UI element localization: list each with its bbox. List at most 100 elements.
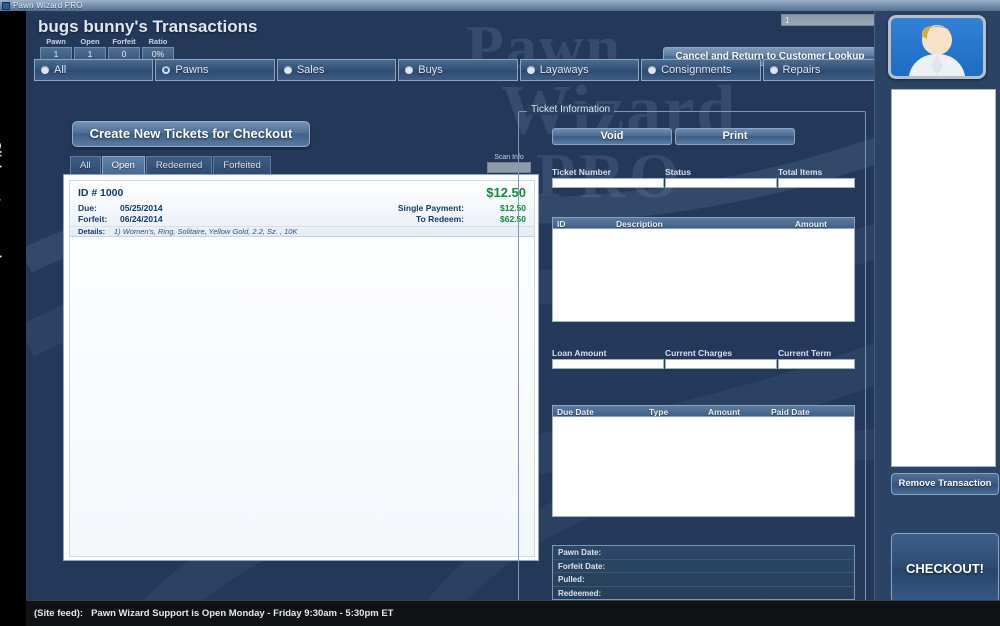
payments-header: Due Date Type Amount Paid Date	[552, 405, 855, 417]
ticket-id-value: 1000	[100, 187, 124, 199]
main-window: Pawn Wizard PRO bugs bunny's Transaction…	[26, 11, 1000, 626]
ticket-number-field: Ticket Number	[552, 167, 664, 188]
loan-amount-input[interactable]	[552, 359, 664, 369]
customer-stats: Pawn 1 Open 1 Forfeit 0 Ratio 0%	[40, 37, 174, 60]
search-input[interactable]: 1	[781, 14, 877, 26]
radio-icon	[769, 66, 778, 74]
radio-icon	[283, 66, 292, 74]
current-term-field: Current Term	[778, 348, 855, 369]
ticket-single-payment-label: Single Payment:	[397, 203, 464, 213]
stat-ratio-label: Ratio	[148, 37, 168, 46]
current-charges-field: Current Charges	[665, 348, 777, 369]
site-feed-label: (Site feed):	[34, 608, 84, 619]
stat-ratio: Ratio 0%	[142, 37, 174, 60]
category-tab-buys[interactable]: Buys	[398, 59, 518, 81]
category-tab-all[interactable]: All	[34, 59, 154, 81]
stat-forfeit: Forfeit 0	[108, 37, 140, 60]
stat-pawn-label: Pawn	[46, 37, 66, 46]
ticket-tab-forfeited[interactable]: Forfeited	[213, 156, 271, 174]
customer-transactions-title: bugs bunny's Transactions	[38, 17, 258, 36]
current-term-input[interactable]	[778, 359, 855, 369]
payments-grid[interactable]: Due Date Type Amount Paid Date	[552, 405, 855, 517]
os-title-text: Pawn Wizard PRO	[13, 1, 83, 10]
ticket-due-label: Due:	[78, 203, 97, 213]
pulled-date-row: Pulled:	[553, 573, 854, 587]
os-title-bar: Pawn Wizard PRO	[0, 0, 1000, 11]
stat-pawn: Pawn 1	[40, 37, 72, 60]
radio-icon	[41, 66, 49, 74]
total-items-input[interactable]	[778, 178, 855, 188]
category-tab-layaways[interactable]: Layaways	[519, 59, 640, 81]
status-input[interactable]	[665, 178, 777, 188]
ticket-date-summary: Pawn Date: Forfeit Date: Pulled: Redeeme…	[552, 545, 855, 600]
radio-icon	[648, 66, 657, 74]
category-tab-sales[interactable]: Sales	[276, 59, 397, 81]
category-tab-consignments[interactable]: Consignments	[641, 59, 761, 81]
ticket-details-label: Details:	[78, 227, 106, 236]
current-charges-label: Current Charges	[665, 348, 733, 358]
category-tab-layaways-label: Layaways	[539, 64, 589, 76]
ticket-list-inner: ID # 1000 $12.50 Due: 05/25/2014 Forfeit…	[69, 180, 535, 557]
status-field: Status	[665, 167, 777, 188]
category-tab-sales-label: Sales	[296, 64, 325, 76]
radio-selected-icon	[162, 66, 171, 74]
current-term-label: Current Term	[778, 348, 832, 358]
ticket-list-item[interactable]: ID # 1000 $12.50 Due: 05/25/2014 Forfeit…	[70, 181, 534, 237]
category-tab-repairs[interactable]: Repairs	[762, 59, 882, 81]
ticket-to-redeem-label: To Redeem:	[415, 214, 464, 224]
ticket-list-panel[interactable]: ID # 1000 $12.50 Due: 05/25/2014 Forfeit…	[63, 174, 539, 561]
category-tab-pawns[interactable]: Pawns	[155, 59, 275, 81]
payments-body[interactable]	[552, 417, 855, 517]
category-tab-repairs-label: Repairs	[782, 64, 821, 76]
category-tab-buys-label: Buys	[418, 64, 443, 76]
total-items-field: Total Items	[778, 167, 855, 188]
customer-photo-icon	[888, 15, 986, 79]
loan-amount-label: Loan Amount	[552, 348, 607, 358]
category-tab-all-label: All	[54, 64, 67, 76]
status-bar: (Site feed): Pawn Wizard Support is Open…	[26, 600, 1000, 626]
forfeit-date-row: Forfeit Date:	[553, 560, 854, 573]
right-rail: Remove Transaction CHECKOUT!	[874, 11, 1000, 626]
redeemed-date-row: Redeemed:	[558, 588, 602, 598]
site-feed-text: Pawn Wizard Support is Open Monday - Fri…	[91, 608, 394, 619]
expand-menu-label[interactable]: Click me to expand menu.	[0, 141, 3, 300]
stat-open: Open 1	[74, 37, 106, 60]
stat-open-label: Open	[80, 37, 100, 46]
create-new-tickets-button[interactable]: Create New Tickets for Checkout	[72, 121, 310, 147]
ticket-details-row: Details: 1) Women's, Ring, Solitaire, Ye…	[70, 226, 534, 237]
ticket-details-value: 1) Women's, Ring, Solitaire, Yellow Gold…	[114, 227, 298, 236]
remove-transaction-button[interactable]: Remove Transaction	[891, 473, 999, 495]
ticket-forfeit-value: 06/24/2014	[120, 214, 163, 224]
ticket-tab-redeemed[interactable]: Redeemed	[145, 156, 213, 174]
ticket-forfeit-label: Forfeit:	[78, 214, 108, 224]
ticket-number-input[interactable]	[552, 178, 664, 188]
ticket-items-header: ID Description Amount	[552, 217, 855, 229]
expand-menu-strip[interactable]: Click me to expand menu.	[0, 11, 26, 626]
category-tab-consignments-label: Consignments	[661, 64, 732, 76]
app-icon	[2, 1, 10, 10]
status-label: Status	[665, 167, 691, 177]
current-charges-input[interactable]	[665, 359, 777, 369]
ticket-items-body[interactable]	[552, 229, 855, 322]
stat-forfeit-label: Forfeit	[112, 37, 136, 46]
loan-amount-field: Loan Amount	[552, 348, 664, 369]
radio-icon	[526, 66, 535, 74]
radio-icon	[405, 66, 414, 74]
ticket-information-legend: Ticket Information	[527, 104, 615, 115]
ticket-tab-all[interactable]: All	[70, 156, 101, 174]
ticket-filter-tabs: All Open Redeemed Forfeited	[70, 156, 272, 174]
application-window: Pawn Wizard PRO Click me to expand menu.…	[0, 0, 1000, 626]
user-photo-icon	[909, 25, 965, 76]
checkout-cart-list[interactable]	[891, 89, 996, 467]
ticket-id-label: ID #	[78, 187, 98, 199]
category-tab-bar: All Pawns Sales Buys Layaways Consignmen…	[34, 59, 882, 81]
ticket-information-group: Ticket Information Void Print Ticket Num…	[518, 104, 866, 606]
void-button[interactable]: Void	[552, 128, 672, 145]
print-button[interactable]: Print	[675, 128, 795, 145]
ticket-tab-open[interactable]: Open	[101, 156, 145, 174]
ticket-items-grid[interactable]: ID Description Amount	[552, 217, 855, 322]
category-tab-pawns-label: Pawns	[175, 64, 209, 76]
ticket-number-label: Ticket Number	[552, 167, 611, 177]
ticket-due-value: 05/25/2014	[120, 203, 163, 213]
checkout-button[interactable]: CHECKOUT!	[891, 533, 999, 603]
